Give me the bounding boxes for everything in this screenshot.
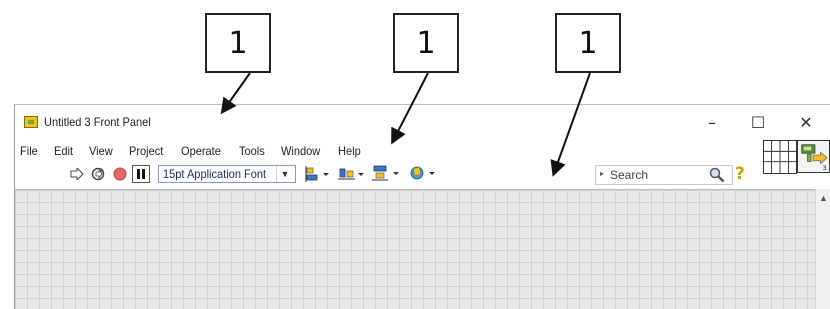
front-panel-window: Untitled 3 Front Panel – ☐ ✕ File Edit V… <box>14 104 830 309</box>
resize-objects-icon[interactable] <box>371 164 401 182</box>
vi-icon[interactable]: 3 <box>797 140 830 173</box>
connector-pane-icon[interactable] <box>763 140 797 174</box>
menu-operate[interactable]: Operate <box>181 141 221 158</box>
search-input[interactable] <box>610 167 700 183</box>
maximize-button[interactable]: ☐ <box>735 109 781 135</box>
callout-1-title-bar: 1 <box>205 13 271 73</box>
abort-icon[interactable] <box>113 167 127 181</box>
search-scope-arrow-icon[interactable]: ▸ <box>600 169 604 178</box>
callout-1-menu-bar: 1 <box>393 13 459 73</box>
run-arrow-icon[interactable] <box>70 168 84 180</box>
pause-icon[interactable] <box>132 165 150 183</box>
front-panel-canvas[interactable] <box>15 189 815 309</box>
menu-file[interactable]: File <box>20 141 38 158</box>
menu-edit[interactable]: Edit <box>54 141 73 158</box>
run-continuously-icon[interactable] <box>90 166 106 182</box>
font-select[interactable]: 15pt Application Font ▼ <box>158 165 296 183</box>
help-icon[interactable]: ? <box>735 164 745 184</box>
menu-help[interactable]: Help <box>338 141 361 158</box>
menu-project[interactable]: Project <box>129 141 163 158</box>
minimize-button[interactable]: – <box>689 109 735 135</box>
svg-text:3: 3 <box>822 164 826 172</box>
callout-1-toolbar: 1 <box>555 13 621 73</box>
font-select-value: 15pt Application Font <box>163 167 267 181</box>
labview-app-icon <box>24 116 38 128</box>
title-bar[interactable]: Untitled 3 Front Panel – ☐ ✕ <box>15 105 830 141</box>
distribute-objects-icon[interactable] <box>337 165 365 183</box>
window-title: Untitled 3 Front Panel <box>44 115 151 129</box>
menu-window[interactable]: Window <box>281 141 320 158</box>
align-objects-icon[interactable] <box>305 165 331 183</box>
menu-view[interactable]: View <box>89 141 113 158</box>
chevron-down-icon[interactable]: ▼ <box>276 166 293 182</box>
menu-bar: File Edit View Project Operate Tools Win… <box>15 141 770 161</box>
search-icon[interactable] <box>709 167 725 183</box>
menu-tools[interactable]: Tools <box>239 141 265 158</box>
vertical-scrollbar[interactable]: ▲ <box>815 189 830 309</box>
scroll-up-icon[interactable]: ▲ <box>819 193 828 203</box>
reorder-icon[interactable] <box>409 164 439 182</box>
close-button[interactable]: ✕ <box>783 109 829 135</box>
